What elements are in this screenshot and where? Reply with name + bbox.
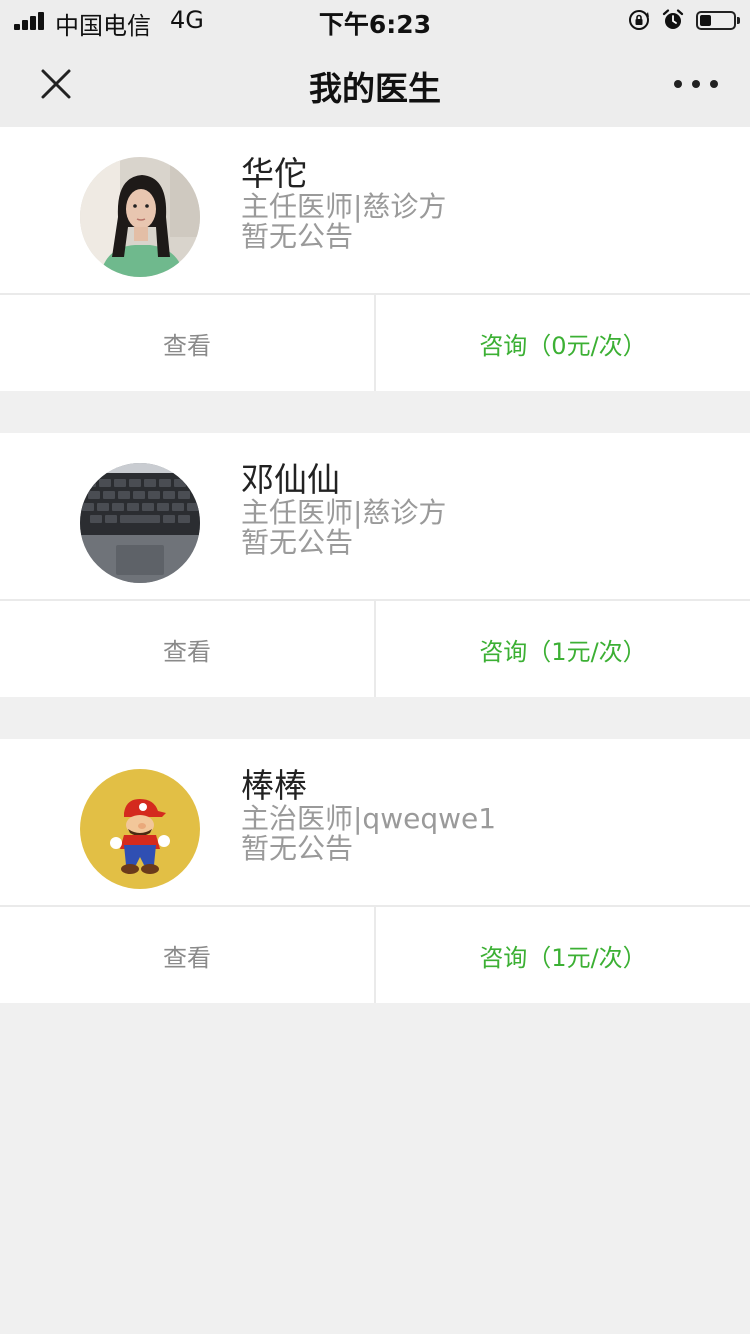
view-button[interactable]: 查看 (0, 907, 376, 1003)
view-button[interactable]: 查看 (0, 601, 376, 697)
consult-button[interactable]: 咨询（1元/次） (376, 601, 750, 697)
doctor-name: 华佗 (241, 154, 307, 193)
doctor-title: 主任医师|慈诊方 (241, 190, 447, 223)
more-icon[interactable] (672, 70, 720, 98)
rotation-lock-icon (629, 10, 649, 30)
consult-button[interactable]: 咨询（0元/次） (376, 295, 750, 391)
alarm-icon (662, 9, 684, 29)
card-actions: 查看 咨询（0元/次） (0, 295, 750, 391)
doctor-list: 华佗 主任医师|慈诊方 暂无公告 查看 咨询（0元/次） 邓仙仙 主任医师|慈诊… (0, 127, 750, 1045)
battery-icon (696, 10, 740, 30)
doctor-info[interactable]: 邓仙仙 主任医师|慈诊方 暂无公告 (0, 433, 750, 601)
avatar (80, 157, 200, 277)
doctor-name: 邓仙仙 (241, 460, 340, 499)
doctor-card: 华佗 主任医师|慈诊方 暂无公告 查看 咨询（0元/次） (0, 127, 750, 391)
status-bar: 中国电信 4G 下午6:23 (0, 0, 750, 40)
doctor-notice: 暂无公告 (241, 832, 354, 865)
doctor-title: 主任医师|慈诊方 (241, 496, 447, 529)
doctor-card: 棒棒 主治医师|qweqwe1 暂无公告 查看 咨询（1元/次） (0, 739, 750, 1003)
doctor-name: 棒棒 (241, 766, 307, 805)
doctor-card: 邓仙仙 主任医师|慈诊方 暂无公告 查看 咨询（1元/次） (0, 433, 750, 697)
doctor-info[interactable]: 华佗 主任医师|慈诊方 暂无公告 (0, 127, 750, 295)
card-actions: 查看 咨询（1元/次） (0, 601, 750, 697)
nav-bar: 我的医生 (0, 40, 750, 127)
battery-level (700, 14, 711, 26)
doctor-notice: 暂无公告 (241, 526, 354, 559)
doctor-info[interactable]: 棒棒 主治医师|qweqwe1 暂无公告 (0, 739, 750, 907)
avatar (80, 463, 200, 583)
doctor-title: 主治医师|qweqwe1 (241, 802, 497, 835)
avatar (80, 769, 200, 889)
consult-button[interactable]: 咨询（1元/次） (376, 907, 750, 1003)
status-icons (628, 7, 740, 33)
view-button[interactable]: 查看 (0, 295, 376, 391)
card-actions: 查看 咨询（1元/次） (0, 907, 750, 1003)
doctor-notice: 暂无公告 (241, 220, 354, 253)
page-title: 我的医生 (309, 69, 441, 108)
